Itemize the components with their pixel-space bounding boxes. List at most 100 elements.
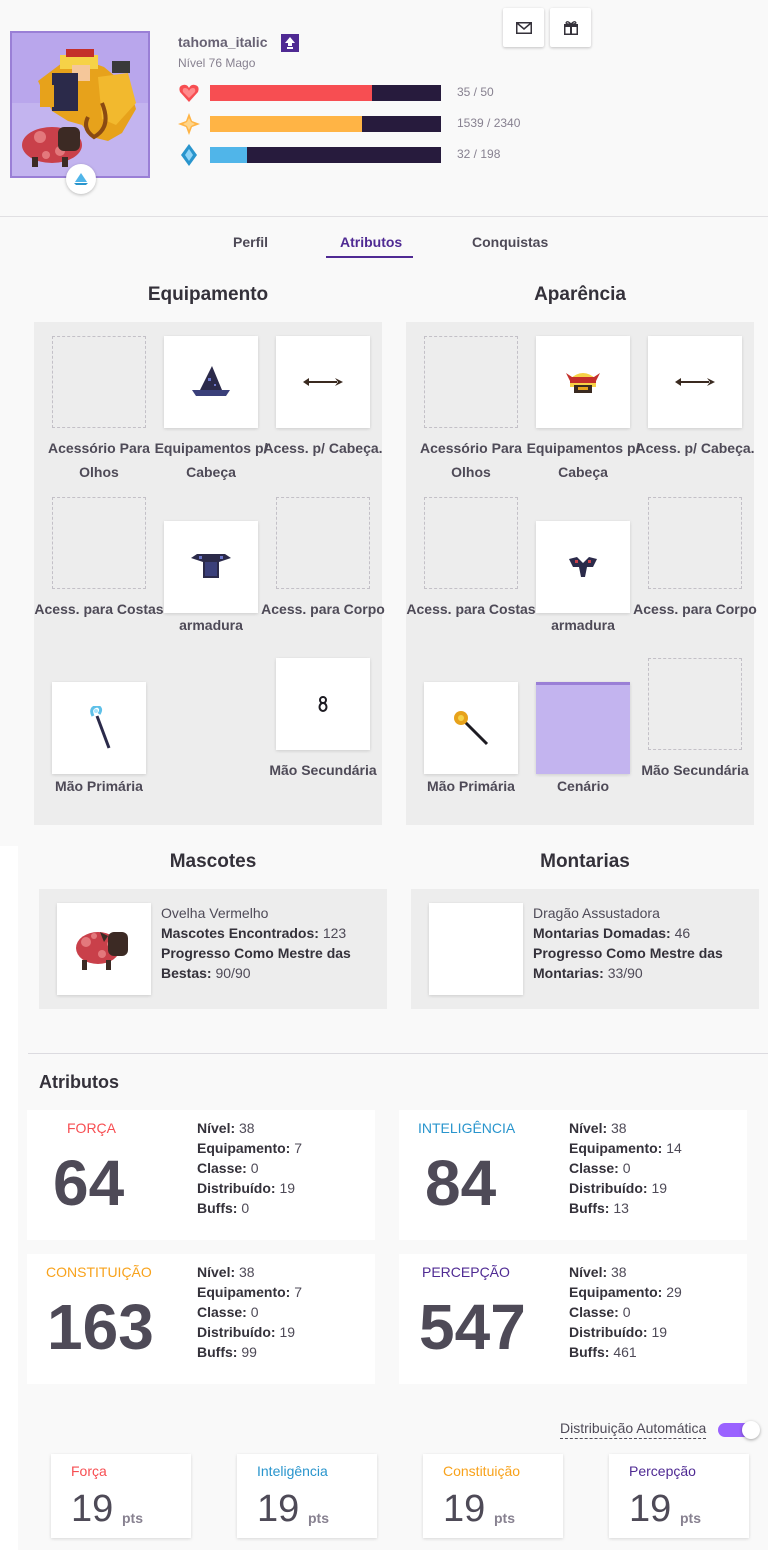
equipment-slot-eyewear[interactable]: Acessório Para Olhos	[48, 336, 150, 480]
slot-item	[276, 658, 370, 750]
pet-name: Ovelha Vermelho	[161, 905, 269, 921]
tab-achievements[interactable]: Conquistas	[472, 234, 548, 250]
equipment-slot-shield[interactable]: Mão Secundária	[269, 658, 377, 778]
robe-icon	[191, 554, 231, 578]
allocation-name: Força	[71, 1463, 107, 1479]
equipment-title: Equipamento	[147, 284, 269, 305]
appearance-panel: Acessório Para Olhos Equipamentos p/ Cab…	[406, 322, 757, 825]
costume-slot-back[interactable]: Acess. para Costas	[406, 497, 536, 617]
attribute-name: FORÇA	[67, 1120, 116, 1136]
mount-name: Dragão Assustadora	[533, 905, 660, 921]
armor-icon	[569, 557, 597, 577]
beastmaster-value: 90/90	[215, 965, 251, 981]
arrow-icon	[303, 378, 343, 386]
profile-header: tahoma_italic Nível 76 Mago 35 / 50 1539…	[0, 0, 768, 217]
allocation-value: 19	[257, 1488, 300, 1530]
attribute-breakdown: Nível: 38 Equipamento: 7 Classe: 0 Distr…	[197, 1264, 303, 1360]
attribute-card-strength: FORÇA 64 Nível: 38 Equipamento: 7 Classe…	[27, 1110, 375, 1240]
slot-item	[648, 336, 742, 428]
username: tahoma_italic	[178, 34, 268, 50]
costume-slot-eyewear[interactable]: Acessório Para Olhos	[420, 336, 522, 480]
allocation-value: 19	[71, 1488, 114, 1530]
pets-panel: Ovelha Vermelho Mascotes Encontrados: 12…	[39, 889, 387, 1009]
slot-label: Mão Secundária	[269, 762, 377, 778]
empty-slot	[648, 497, 742, 589]
wizard-class-icon	[74, 173, 88, 185]
slot-item	[276, 336, 370, 428]
allocation-value: 19	[443, 1488, 486, 1530]
attributes-title: Atributos	[39, 1072, 119, 1092]
section-divider	[28, 1053, 768, 1054]
attribute-name: INTELIGÊNCIA	[418, 1120, 516, 1136]
allocation-card-intelligence[interactable]: Inteligência 19 pts	[237, 1454, 377, 1538]
heart-icon	[179, 84, 199, 102]
slot-label: Acess. p/ Cabeça.	[635, 440, 755, 456]
page-edge	[0, 846, 18, 1550]
allocation-name: Percepção	[629, 1463, 696, 1479]
costume-slot-head[interactable]: Equipamentos p/ Cabeça	[527, 336, 639, 480]
experience-bar	[210, 116, 441, 132]
attribute-card-constitution: CONSTITUIÇÃO 163 Nível: 38 Equipamento: …	[27, 1254, 375, 1384]
experience-bar-fill	[210, 116, 362, 132]
equipment-slot-head-accessory[interactable]: Acess. p/ Cabeça.	[263, 336, 383, 456]
appearance-title: Aparência	[534, 284, 626, 305]
allocation-unit: pts	[308, 1510, 329, 1526]
send-gift-button[interactable]	[550, 8, 591, 47]
experience-bar-row: 1539 / 2340	[178, 113, 538, 135]
mounts-title: Montarias	[540, 851, 630, 872]
pets-found-label: Mascotes Encontrados:	[161, 925, 319, 941]
allocation-card-constitution[interactable]: Constituição 19 pts	[423, 1454, 563, 1538]
costume-slot-weapon[interactable]: Mão Primária	[424, 682, 518, 794]
tab-profile[interactable]: Perfil	[233, 234, 268, 250]
red-sheep-icon	[76, 932, 128, 970]
current-pet[interactable]	[57, 903, 151, 995]
equipment-slot-head[interactable]: Equipamentos p/ Cabeça	[155, 336, 267, 480]
background-icon	[536, 682, 630, 774]
equipment-panel: Acessório Para Olhos Equipamentos p/ Cab…	[34, 322, 385, 825]
orb-icon	[318, 696, 328, 712]
envelope-icon	[515, 21, 532, 34]
beastmaster-label: Progresso Como Mestre das Bestas:	[161, 945, 351, 981]
slot-label: Mão Primária	[55, 778, 143, 794]
allocation-card-perception[interactable]: Percepção 19 pts	[609, 1454, 749, 1538]
avatar[interactable]	[10, 31, 150, 194]
equipment-slot-back[interactable]: Acess. para Costas	[34, 497, 164, 617]
pet-info: Ovelha Vermelho Mascotes Encontrados: 12…	[161, 903, 381, 983]
allocation-card-strength[interactable]: Força 19 pts	[51, 1454, 191, 1538]
slot-label: Acess. para Corpo	[261, 601, 385, 617]
tab-attributes[interactable]: Atributos	[340, 234, 402, 250]
equipment-slot-armor[interactable]: armadura	[164, 521, 258, 633]
allocation-unit: pts	[494, 1510, 515, 1526]
empty-slot	[52, 497, 146, 589]
costume-slot-head-accessory[interactable]: Acess. p/ Cabeça.	[635, 336, 755, 456]
equipment-slot-body[interactable]: Acess. para Corpo	[261, 497, 385, 617]
attribute-card-perception: PERCEPÇÃO 547 Nível: 38 Equipamento: 29 …	[399, 1254, 747, 1384]
mana-icon	[181, 144, 197, 166]
attribute-breakdown: Nível: 38 Equipamento: 29 Classe: 0 Dist…	[569, 1264, 682, 1360]
auto-distribution-label[interactable]: Distribuição Automática	[560, 1418, 707, 1439]
mounts-panel: Dragão Assustadora Montarias Domadas: 46…	[411, 889, 759, 1009]
wizard-hat-icon	[192, 366, 230, 396]
auto-distribution-toggle[interactable]	[718, 1421, 760, 1439]
active-tab-indicator	[326, 256, 413, 258]
attribute-breakdown: Nível: 38 Equipamento: 14 Classe: 0 Dist…	[569, 1120, 682, 1216]
level-text: Nível 76 Mago	[178, 56, 256, 70]
slot-label: Acess. p/ Cabeça.	[263, 440, 383, 456]
attribute-total: 547	[419, 1291, 526, 1363]
empty-slot	[424, 336, 518, 428]
toggle-knob	[742, 1421, 760, 1439]
costume-slot-body[interactable]: Acess. para Corpo	[633, 497, 757, 617]
empty-slot	[276, 497, 370, 589]
arrow-icon	[675, 378, 715, 386]
star-icon	[178, 113, 200, 135]
health-value: 35 / 50	[457, 85, 494, 99]
empty-slot	[648, 658, 742, 750]
costume-slot-armor[interactable]: armadura	[536, 521, 630, 633]
costume-slot-background[interactable]: Cenário	[536, 682, 630, 794]
costume-slot-shield[interactable]: Mão Secundária	[641, 658, 749, 778]
equipment-slot-weapon[interactable]: Mão Primária	[52, 682, 146, 794]
class-badge	[66, 164, 96, 194]
send-message-button[interactable]	[503, 8, 544, 47]
profile-tabs: Perfil Atributos Conquistas	[0, 222, 768, 262]
current-mount[interactable]	[429, 903, 523, 995]
